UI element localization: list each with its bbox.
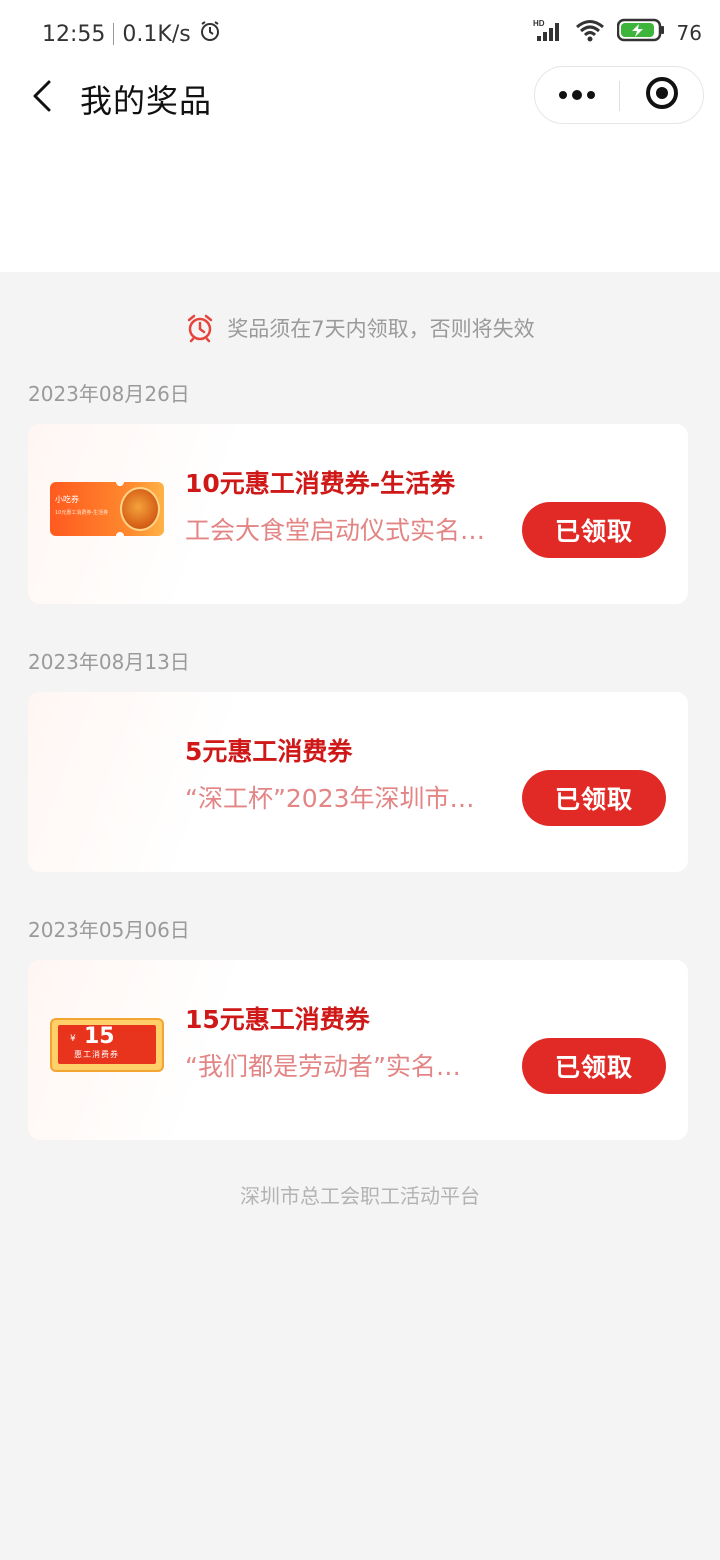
back-arrow-icon (31, 79, 53, 117)
more-button[interactable] (535, 67, 619, 123)
prize-subtitle: “我们都是劳动者”实名… (185, 1052, 461, 1081)
prize-title: 5元惠工消费券 (185, 737, 353, 766)
status-separator (113, 23, 115, 45)
more-dots-icon (557, 86, 597, 105)
close-mini-program-button[interactable] (620, 67, 704, 123)
status-left: 12:55 0.1K/s (42, 20, 221, 48)
target-close-icon (645, 76, 679, 114)
battery-level: 76 (676, 20, 702, 45)
prize-card[interactable]: ¥ 15 惠工消费券 15元惠工消费券 “我们都是劳动者”实名… 已领取 (28, 960, 688, 1140)
thumbnail-label: 惠工消费券 (74, 1050, 119, 1059)
prize-title: 10元惠工消费券-生活券 (185, 469, 456, 498)
top-area: 12:55 0.1K/s HD 76 我的奖品 (0, 0, 720, 272)
status-bar: 12:55 0.1K/s HD 76 (0, 0, 720, 66)
thumbnail-sublabel: 10元惠工消费券-生活券 (55, 510, 109, 516)
alarm-icon (199, 20, 221, 48)
claimed-button[interactable]: 已领取 (522, 1038, 666, 1094)
ticket-notch (116, 532, 124, 536)
svg-text:HD: HD (533, 19, 545, 28)
wifi-icon (575, 18, 605, 47)
thumbnail-label: 小吃券 (55, 495, 79, 504)
thumbnail-amount: 15 (84, 1024, 115, 1049)
page-title: 我的奖品 (80, 82, 213, 120)
status-speed: 0.1K/s (122, 21, 191, 47)
prize-title: 15元惠工消费券 (185, 1005, 370, 1034)
thumbnail-currency: ¥ (70, 1034, 76, 1044)
footer-text: 深圳市总工会职工活动平台 (240, 1184, 480, 1208)
claimed-button[interactable]: 已领取 (522, 770, 666, 826)
expiry-notice: 奖品须在7天内领取，否则将失效 (0, 308, 720, 348)
prize-date: 2023年08月13日 (28, 650, 190, 674)
claimed-button[interactable]: 已领取 (522, 502, 666, 558)
ticket-notch (116, 482, 124, 486)
prize-date: 2023年05月06日 (28, 918, 190, 942)
back-button[interactable] (22, 76, 62, 120)
prize-subtitle: 工会大食堂启动仪式实名… (185, 516, 486, 545)
navigation-bar: 我的奖品 (0, 66, 720, 130)
battery-icon (616, 18, 665, 47)
food-image (120, 487, 160, 531)
prize-thumbnail: 小吃券 10元惠工消费券-生活券 (50, 482, 164, 536)
status-right: HD 76 (533, 18, 702, 47)
alarm-clock-icon (185, 313, 215, 343)
signal-icon: HD (533, 18, 563, 47)
mini-program-capsule (534, 66, 704, 124)
prize-subtitle: “深工杯”2023年深圳市… (185, 784, 475, 813)
expiry-notice-text: 奖品须在7天内领取，否则将失效 (227, 317, 535, 341)
prize-card[interactable]: 5元惠工消费券 “深工杯”2023年深圳市… 已领取 (28, 692, 688, 872)
status-time: 12:55 (42, 21, 106, 47)
prize-thumbnail: ¥ 15 惠工消费券 (50, 1018, 164, 1072)
prize-date: 2023年08月26日 (28, 382, 190, 406)
prize-card[interactable]: 小吃券 10元惠工消费券-生活券 10元惠工消费券-生活券 工会大食堂启动仪式实… (28, 424, 688, 604)
